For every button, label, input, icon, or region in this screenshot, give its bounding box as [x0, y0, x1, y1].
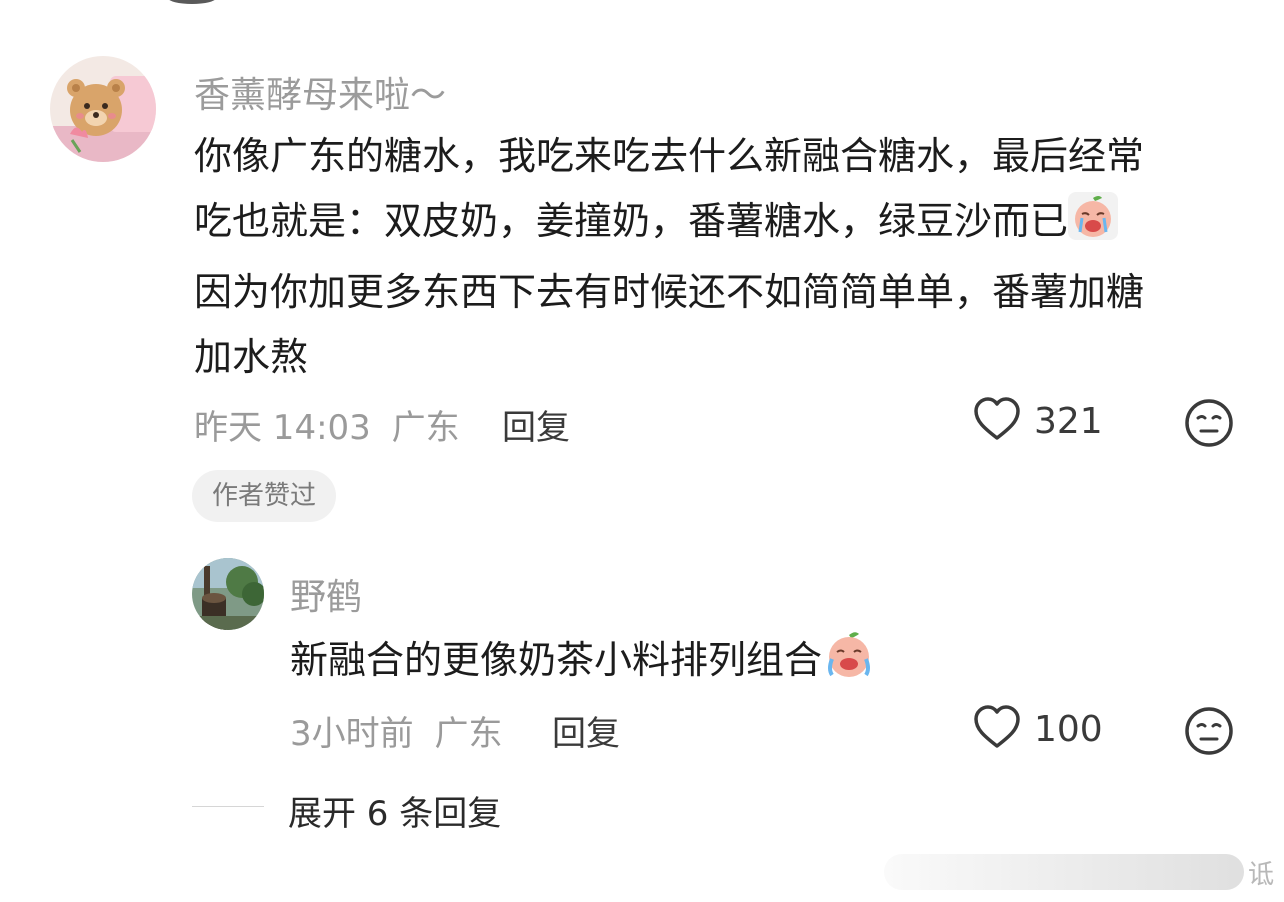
reply-like-button[interactable]: 100 [972, 704, 1103, 754]
heart-outline-icon [972, 704, 1022, 754]
neutral-face-icon [1184, 707, 1234, 760]
watermark-text: 诋 [1247, 859, 1274, 890]
comment-line-with-emoji: 吃也就是：双皮奶，姜撞奶，番薯糖水，绿豆沙而已 [194, 189, 1144, 260]
comment-dislike-button[interactable] [1184, 398, 1234, 452]
author-liked-badge: 作者赞过 [192, 470, 337, 522]
reply-time: 3小时前 [290, 714, 414, 754]
reply-text: 新融合的更像奶茶小料排列组合 [290, 638, 823, 682]
neutral-face-icon [1184, 399, 1234, 452]
expand-replies-button[interactable]: 展开 6 条回复 [288, 786, 501, 835]
reply-avatar[interactable] [192, 558, 264, 630]
reply-location: 广东 [434, 714, 503, 754]
previous-comment-edge [168, 0, 216, 4]
watermark: 诋 [883, 852, 1274, 892]
reply-dislike-button[interactable] [1184, 706, 1234, 760]
comment-line: 加水熬 [194, 335, 309, 379]
comment-like-count: 321 [1034, 400, 1103, 442]
reply-meta: 3小时前 广东 [290, 706, 502, 755]
watermark-blur [883, 854, 1244, 890]
forest-avatar-image [192, 558, 264, 630]
comment-reply-button[interactable]: 回复 [502, 400, 570, 449]
comment-line: 因为你加更多东西下去有时候还不如简简单单，番薯加糖 [194, 270, 1145, 314]
bear-avatar-image [50, 56, 156, 162]
expand-divider [192, 806, 264, 807]
comment-meta: 昨天 14:03 广东 [194, 400, 460, 449]
comment-like-button[interactable]: 321 [972, 396, 1103, 446]
crying-peach-emoji-icon [822, 629, 876, 699]
comment-line: 你像广东的糖水，我吃来吃去什么新融合糖水，最后经常 [194, 134, 1145, 178]
comment-line: 吃也就是：双皮奶，姜撞奶，番薯糖水，绿豆沙而已 [194, 199, 1069, 243]
reply-line-with-emoji: 新融合的更像奶茶小料排列组合 [290, 628, 876, 699]
crying-peach-emoji-icon [1068, 192, 1119, 260]
commenter-username[interactable]: 香薰酵母来啦～ [194, 66, 446, 118]
reply-username[interactable]: 野鹤 [290, 568, 362, 620]
comment-time: 昨天 14:03 [194, 408, 371, 448]
reply-like-count: 100 [1034, 708, 1103, 750]
reply-body: 新融合的更像奶茶小料排列组合 [290, 628, 876, 699]
commenter-avatar[interactable] [50, 56, 156, 162]
heart-outline-icon [972, 396, 1022, 446]
comment-location: 广东 [391, 408, 460, 448]
reply-reply-button[interactable]: 回复 [552, 706, 620, 755]
comment-body: 你像广东的糖水，我吃来吃去什么新融合糖水，最后经常 吃也就是：双皮奶，姜撞奶，番… [194, 124, 1144, 390]
